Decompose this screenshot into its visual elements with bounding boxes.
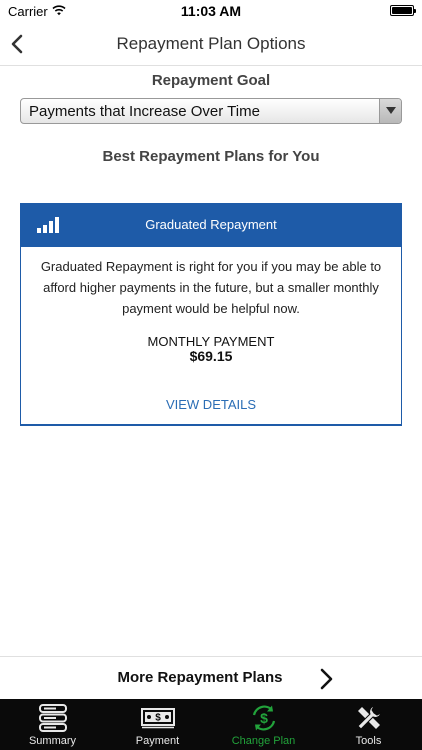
dollar-bill-icon: $	[141, 708, 175, 729]
monthly-payment-label: MONTHLY PAYMENT	[147, 334, 275, 349]
server-stack-icon	[39, 704, 67, 732]
dollar-cycle-icon: $	[252, 705, 276, 731]
plan-description: Graduated Repayment is right for you if …	[40, 259, 382, 316]
tab-payment[interactable]: $ Payment	[105, 699, 210, 750]
battery-icon	[390, 5, 416, 16]
more-plans-label: More Repayment Plans	[117, 669, 283, 686]
repayment-goal-label: Repayment Goal	[151, 72, 271, 89]
tab-bar: Summary $ Payment $ Change Plan Tools	[0, 699, 422, 750]
best-plans-heading: Best Repayment Plans for You	[102, 148, 320, 165]
svg-text:$: $	[155, 713, 161, 724]
status-time: 11:03 AM	[180, 3, 242, 19]
repayment-goal-value: Payments that Increase Over Time	[29, 103, 260, 120]
svg-text:$: $	[260, 710, 268, 726]
tab-change-plan[interactable]: $ Change Plan	[211, 699, 316, 750]
navigation-bar: Repayment Plan Options	[0, 22, 422, 66]
wrench-screwdriver-icon	[357, 705, 382, 730]
repayment-goal-select[interactable]: Payments that Increase Over Time	[20, 98, 402, 124]
tab-tools-label: Tools	[355, 735, 382, 747]
chevron-right-icon	[320, 668, 333, 690]
view-details-link[interactable]: VIEW DETAILS	[21, 397, 401, 412]
plan-card-header: Graduated Repayment	[21, 204, 401, 247]
monthly-payment-amount: $69.15	[189, 348, 233, 364]
triangle-down-icon	[386, 107, 396, 114]
dropdown-arrow	[379, 99, 401, 123]
more-repayment-plans-button[interactable]: More Repayment Plans	[0, 656, 422, 699]
status-bar: Carrier 11:03 AM	[0, 0, 422, 22]
tab-payment-label: Payment	[135, 735, 180, 747]
tab-change-plan-label: Change Plan	[231, 735, 296, 747]
tab-tools[interactable]: Tools	[316, 699, 421, 750]
page-title: Repayment Plan Options	[116, 34, 306, 53]
plan-card: Graduated Repayment Graduated Repayment …	[20, 203, 402, 426]
plan-card-title: Graduated Repayment	[145, 217, 277, 232]
tab-summary-label: Summary	[28, 735, 77, 747]
tab-summary[interactable]: Summary	[0, 699, 105, 750]
